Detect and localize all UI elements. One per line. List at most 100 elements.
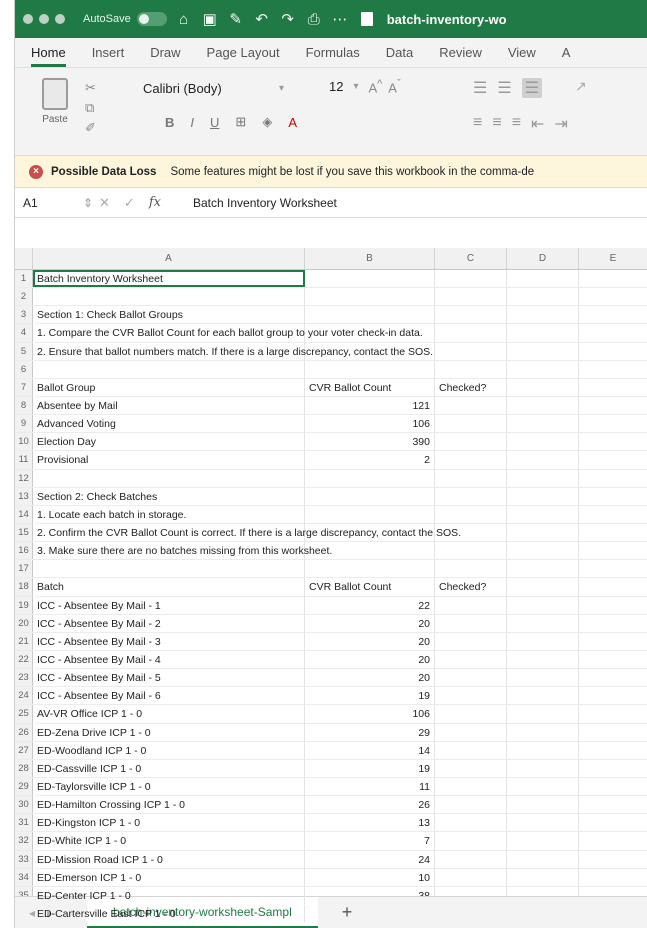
cell-b[interactable]: 7 [305, 832, 435, 850]
cell-c[interactable] [435, 505, 507, 523]
cell-a[interactable]: ED-Taylorsville ICP 1 - 0 [33, 777, 305, 796]
cell-c[interactable] [435, 415, 507, 433]
cell-c[interactable] [435, 777, 507, 796]
tab-review[interactable]: Review [439, 45, 482, 67]
row-header[interactable]: 9 [15, 415, 33, 433]
cell-e[interactable] [579, 778, 647, 795]
cell-a[interactable]: 3. Make sure there are no batches missin… [33, 542, 332, 560]
home-icon[interactable]: ⌂ [175, 11, 193, 28]
cell-a[interactable]: ED-Hamilton Crossing ICP 1 - 0 [33, 796, 305, 814]
font-color-icon[interactable]: A [288, 115, 297, 130]
cell-e[interactable] [579, 651, 647, 668]
row-header[interactable]: 31 [15, 814, 33, 832]
cell-a[interactable]: ICC - Absentee By Mail - 2 [33, 614, 305, 632]
cell-b[interactable] [305, 270, 435, 288]
cell-a[interactable]: Ballot Group [33, 378, 305, 396]
row-header[interactable]: 22 [15, 650, 33, 669]
row-header[interactable]: 14 [15, 505, 33, 523]
column-header-a[interactable]: A [33, 248, 305, 269]
increase-indent-icon[interactable]: ⇥ [554, 114, 567, 134]
cell-e[interactable] [579, 542, 647, 559]
cell-b[interactable]: 106 [305, 415, 435, 433]
cell-d[interactable] [507, 578, 579, 596]
align-middle-icon[interactable]: ☰ [497, 78, 511, 98]
cell-d[interactable] [507, 396, 579, 415]
cell-c[interactable] [435, 542, 507, 560]
tab-formulas[interactable]: Formulas [306, 45, 360, 67]
cell-e[interactable] [579, 343, 647, 360]
cell-d[interactable] [507, 632, 579, 650]
orientation-icon[interactable]: ↗ [575, 78, 587, 95]
fx-icon[interactable]: fx [149, 195, 161, 210]
cell-c[interactable] [435, 596, 507, 614]
row-header[interactable]: 5 [15, 342, 33, 360]
increase-font-icon[interactable]: A^ [369, 78, 383, 95]
cell-d[interactable] [507, 378, 579, 396]
row-header[interactable]: 34 [15, 868, 33, 886]
cell-e[interactable] [579, 832, 647, 849]
redo-icon[interactable]: ↷ [279, 10, 297, 28]
cell-d[interactable] [507, 705, 579, 723]
cell-b[interactable] [305, 487, 435, 505]
cell-a[interactable]: ED-Mission Road ICP 1 - 0 [33, 850, 305, 868]
cell-b[interactable] [305, 505, 435, 523]
name-box[interactable]: A1 ⇕ [15, 196, 99, 210]
row-header[interactable]: 3 [15, 306, 33, 324]
row-header[interactable]: 24 [15, 687, 33, 705]
cell-c[interactable] [435, 850, 507, 868]
row-header[interactable]: 10 [15, 433, 33, 451]
cell-e[interactable] [579, 451, 647, 468]
confirm-icon[interactable]: ✓ [124, 195, 135, 211]
cell-b[interactable]: 22 [305, 596, 435, 614]
cell-e[interactable] [579, 524, 647, 541]
cell-b[interactable]: 20 [305, 669, 435, 687]
tab-home[interactable]: Home [31, 45, 66, 67]
cell-a[interactable]: ICC - Absentee By Mail - 5 [33, 669, 305, 687]
cell-a[interactable] [33, 560, 305, 578]
font-name-dropdown[interactable]: Calibri (Body) ▾ [143, 78, 309, 98]
cancel-icon[interactable]: ✕ [99, 195, 110, 211]
align-center-icon[interactable]: ≡ [492, 114, 501, 134]
cell-d[interactable] [507, 469, 579, 487]
cell-e[interactable] [579, 724, 647, 741]
cell-b[interactable]: CVR Ballot Count [305, 578, 435, 596]
cell-e[interactable] [579, 633, 647, 650]
cell-b[interactable]: 20 [305, 632, 435, 650]
cell-e[interactable] [579, 669, 647, 686]
cell-a[interactable]: ED-White ICP 1 - 0 [33, 832, 305, 850]
cell-c[interactable] [435, 396, 507, 415]
cell-a[interactable]: 1. Compare the CVR Ballot Count for each… [33, 324, 423, 342]
cell-e[interactable] [579, 306, 647, 323]
cell-c[interactable] [435, 360, 507, 378]
cell-c[interactable] [435, 614, 507, 632]
row-header[interactable]: 15 [15, 523, 33, 542]
cell-c[interactable] [435, 487, 507, 505]
cell-d[interactable] [507, 814, 579, 832]
cell-b[interactable]: 20 [305, 650, 435, 669]
cell-c[interactable] [435, 832, 507, 850]
row-header[interactable]: 16 [15, 542, 33, 560]
column-header-d[interactable]: D [507, 248, 579, 269]
cell-d[interactable] [507, 832, 579, 850]
cell-c[interactable] [435, 560, 507, 578]
autosave-control[interactable]: AutoSave [83, 12, 167, 26]
fill-color-icon[interactable]: ◈ [262, 114, 272, 130]
cell-d[interactable] [507, 759, 579, 777]
cell-c[interactable] [435, 270, 507, 288]
cell-c[interactable] [435, 759, 507, 777]
cell-d[interactable] [507, 505, 579, 523]
row-header[interactable]: 21 [15, 632, 33, 650]
row-header[interactable]: 7 [15, 378, 33, 396]
row-header[interactable]: 30 [15, 796, 33, 814]
cell-e[interactable] [579, 869, 647, 886]
cell-b[interactable]: 14 [305, 741, 435, 759]
save-icon[interactable]: ▣ [201, 10, 219, 28]
row-header[interactable]: 11 [15, 451, 33, 469]
cell-e[interactable] [579, 597, 647, 614]
cell-c[interactable] [435, 796, 507, 814]
row-header[interactable]: 18 [15, 578, 33, 596]
cell-d[interactable] [507, 741, 579, 759]
cell-a[interactable]: Advanced Voting [33, 415, 305, 433]
align-top-icon[interactable]: ☰ [473, 78, 487, 98]
cell-e[interactable] [579, 814, 647, 831]
